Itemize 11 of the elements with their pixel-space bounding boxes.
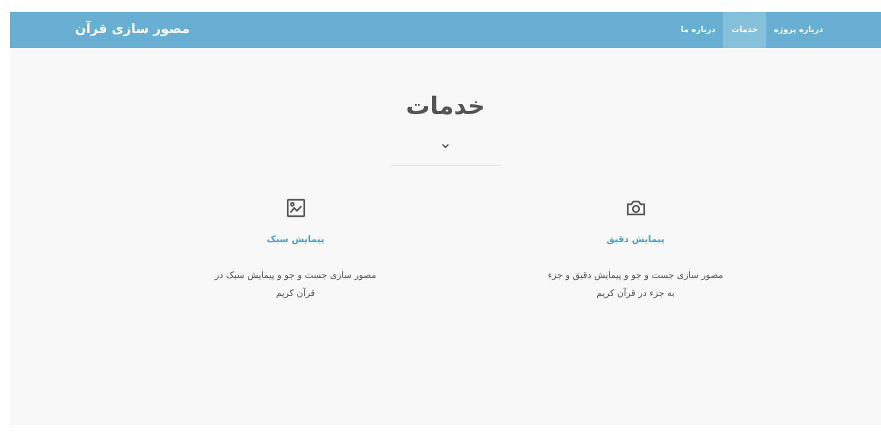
image-icon <box>284 197 306 220</box>
service-description: مصور سازی جست و جو و پیمایش سبک در قرآن کریم <box>214 270 378 302</box>
chevron-icon[interactable]: ⌄ <box>438 134 452 151</box>
service-description: مصور سازی جست و جو و پیمایش دقیق و جزء به جزء در قرآن کریم <box>546 270 724 302</box>
nav-link[interactable]: خدمات <box>723 12 766 48</box>
service-title: پیمایش دقیق <box>606 234 666 247</box>
brand-link[interactable]: مصور سازی قرآن <box>75 20 190 40</box>
nav-link[interactable]: درباره ما <box>672 12 724 48</box>
nav-link[interactable]: درباره پروژه <box>766 12 831 48</box>
service-title: پیمایش سبک <box>266 234 326 247</box>
section-title: خدمات <box>404 92 486 121</box>
